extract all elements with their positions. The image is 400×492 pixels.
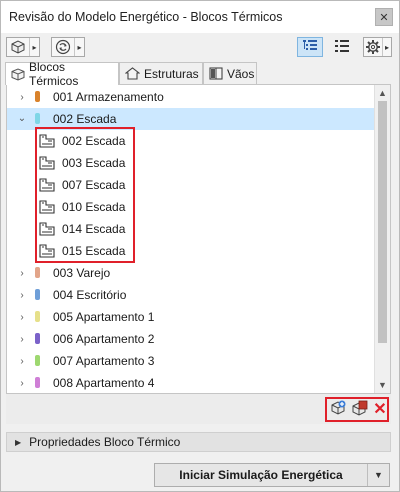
close-icon: ✕ bbox=[379, 11, 389, 24]
block-color-swatch bbox=[35, 311, 40, 322]
block-color-swatch bbox=[35, 91, 40, 102]
thermal-block-icon bbox=[7, 38, 29, 56]
tab-label: Estruturas bbox=[144, 66, 199, 81]
tree-item-label: 005 Apartamento 1 bbox=[53, 310, 155, 324]
chevron-down-icon[interactable]: ▼ bbox=[367, 464, 389, 486]
highlight-box bbox=[35, 127, 135, 263]
tree-item-label: 006 Apartamento 2 bbox=[53, 332, 155, 346]
structures-icon bbox=[125, 67, 140, 80]
tree-item-001-armazenamento[interactable]: › 001 Armazenamento bbox=[7, 86, 377, 108]
tab-openings[interactable]: Vãos bbox=[203, 62, 257, 84]
start-energy-simulation-button[interactable]: Iniciar Simulação Energética ▼ bbox=[154, 463, 390, 487]
delete-icon: ✕ bbox=[373, 401, 387, 418]
chevron-right-icon[interactable]: › bbox=[17, 334, 27, 345]
tree-item-label: 001 Armazenamento bbox=[53, 90, 164, 104]
list-view-button[interactable] bbox=[329, 37, 355, 57]
chevron-right-icon[interactable]: › bbox=[17, 268, 27, 279]
chevron-right-icon[interactable]: › bbox=[17, 92, 27, 103]
block-color-swatch bbox=[35, 377, 40, 388]
title-bar: Revisão do Modelo Energético - Blocos Té… bbox=[1, 1, 399, 33]
chevron-right-icon[interactable]: › bbox=[17, 378, 27, 389]
thermal-block-properties-panel[interactable]: ▶ Propriedades Bloco Térmico bbox=[6, 432, 391, 452]
panel-label: Propriedades Bloco Térmico bbox=[29, 435, 181, 449]
tree-view-button[interactable] bbox=[297, 37, 323, 57]
chevron-right-icon[interactable]: › bbox=[17, 290, 27, 301]
block-color-swatch bbox=[35, 267, 40, 278]
scroll-thumb[interactable] bbox=[378, 101, 387, 343]
block-color-swatch bbox=[35, 289, 40, 300]
tree-item-label: 002 Escada bbox=[53, 112, 117, 126]
thermal-blocks-icon bbox=[11, 67, 25, 81]
tab-label: Vãos bbox=[227, 66, 255, 81]
tree-item-007-apartamento-3[interactable]: › 007 Apartamento 3 bbox=[7, 350, 377, 372]
thermal-block-tree: › 001 Armazenamento ⌄ 002 Escada 002 Esc… bbox=[6, 84, 391, 394]
refresh-icon bbox=[52, 38, 74, 56]
close-button[interactable]: ✕ bbox=[375, 8, 393, 26]
block-color-swatch bbox=[35, 333, 40, 344]
openings-icon bbox=[209, 67, 223, 80]
settings-gear-icon bbox=[364, 38, 382, 56]
tab-thermal-blocks[interactable]: Blocos Térmicos bbox=[5, 60, 119, 88]
toolbar: ▸ ▸ ▸ bbox=[1, 33, 399, 61]
tree-item-label: 008 Apartamento 4 bbox=[53, 376, 155, 390]
tree-actions-bar: ✕ bbox=[6, 394, 391, 424]
add-block-button[interactable] bbox=[329, 400, 347, 418]
block-color-swatch bbox=[35, 113, 40, 124]
thermal-block-dropdown-button[interactable]: ▸ bbox=[6, 37, 40, 57]
scroll-down-icon[interactable]: ▼ bbox=[375, 377, 390, 393]
assign-block-icon bbox=[351, 399, 369, 420]
vertical-scrollbar[interactable]: ▲ ▼ bbox=[374, 85, 390, 393]
assign-block-button[interactable] bbox=[351, 400, 369, 418]
tab-label: Blocos Térmicos bbox=[29, 60, 79, 88]
tab-bar: Blocos Térmicos Estruturas Vãos bbox=[1, 60, 399, 88]
settings-dropdown-button[interactable]: ▸ bbox=[363, 37, 392, 57]
tree-item-003-varejo[interactable]: › 003 Varejo bbox=[7, 262, 377, 284]
chevron-down-icon[interactable]: ⌄ bbox=[17, 113, 27, 124]
tree-view-icon bbox=[302, 39, 318, 56]
delete-block-button[interactable]: ✕ bbox=[371, 400, 389, 418]
tab-structures[interactable]: Estruturas bbox=[119, 62, 203, 84]
expand-arrow-icon[interactable]: ▶ bbox=[15, 438, 21, 447]
block-color-swatch bbox=[35, 355, 40, 366]
toolbar-arrow-icon: ▸ bbox=[29, 38, 39, 56]
toolbar-arrow-icon: ▸ bbox=[74, 38, 84, 56]
tree-item-label: 004 Escritório bbox=[53, 288, 127, 302]
refresh-dropdown-button[interactable]: ▸ bbox=[51, 37, 85, 57]
scroll-up-icon[interactable]: ▲ bbox=[375, 85, 390, 101]
add-block-icon bbox=[329, 399, 347, 420]
list-view-icon bbox=[334, 39, 350, 56]
energy-model-review-window: Revisão do Modelo Energético - Blocos Té… bbox=[0, 0, 400, 492]
chevron-right-icon[interactable]: › bbox=[17, 312, 27, 323]
tree-item-006-apartamento-2[interactable]: › 006 Apartamento 2 bbox=[7, 328, 377, 350]
toolbar-arrow-icon: ▸ bbox=[382, 38, 391, 56]
window-title: Revisão do Modelo Energético - Blocos Té… bbox=[9, 10, 283, 24]
tree-item-label: 003 Varejo bbox=[53, 266, 111, 280]
tree-item-008-apartamento-4[interactable]: › 008 Apartamento 4 bbox=[7, 372, 377, 393]
button-label: Iniciar Simulação Energética bbox=[179, 468, 343, 482]
tree-item-label: 007 Apartamento 3 bbox=[53, 354, 155, 368]
chevron-right-icon[interactable]: › bbox=[17, 356, 27, 367]
tree-item-004-escritorio[interactable]: › 004 Escritório bbox=[7, 284, 377, 306]
tree-item-005-apartamento-1[interactable]: › 005 Apartamento 1 bbox=[7, 306, 377, 328]
